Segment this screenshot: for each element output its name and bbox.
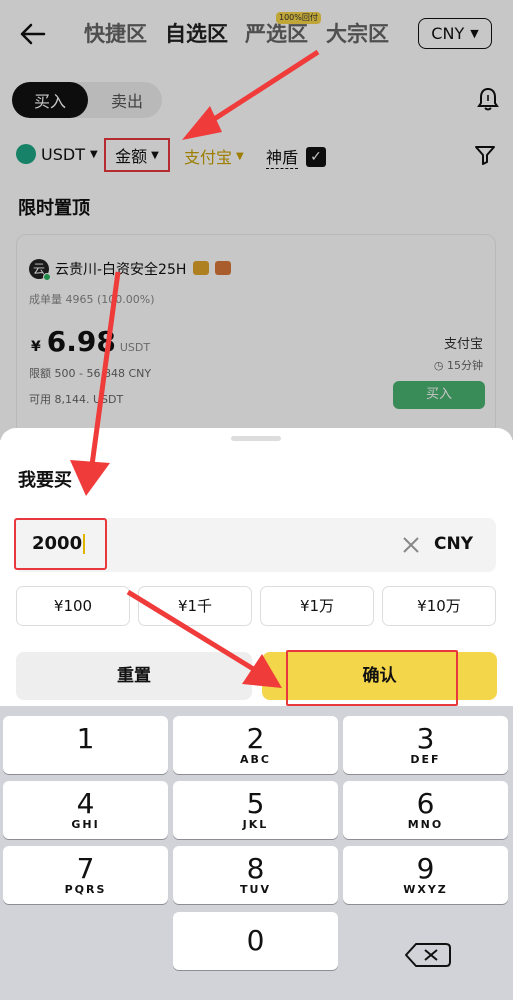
quick-amount-100k[interactable]: ¥10万 <box>382 586 496 626</box>
quick-amount-10k[interactable]: ¥1万 <box>260 586 374 626</box>
key-digit: 1 <box>76 722 95 755</box>
key-digit: 7 <box>76 852 95 885</box>
key-digit: 6 <box>416 787 435 820</box>
key-2[interactable]: 2 ABC <box>173 716 338 774</box>
key-digit: 2 <box>246 722 265 755</box>
key-8[interactable]: 8 TUV <box>173 846 338 904</box>
key-digit: 3 <box>416 722 435 755</box>
page: 快捷区 自选区 严选区 100%回付 大宗区 CNY ▼ 买入 卖出 USDT … <box>0 0 513 1000</box>
key-letters: TUV <box>240 883 271 896</box>
key-digit: 5 <box>246 787 265 820</box>
buy-sheet: 我要买 2000 CNY ¥100 ¥1千 ¥1万 ¥10万 重置 确认 <box>0 428 513 718</box>
amount-input-value: 2000 <box>32 533 83 554</box>
quick-amount-1k[interactable]: ¥1千 <box>138 586 252 626</box>
key-letters: DEF <box>410 753 441 766</box>
amount-input-container[interactable]: 2000 CNY <box>14 518 496 572</box>
key-5[interactable]: 5 JKL <box>173 781 338 839</box>
backspace-icon[interactable] <box>346 926 511 984</box>
key-letters: MNO <box>407 818 444 831</box>
reset-button[interactable]: 重置 <box>16 652 252 700</box>
key-digit: 8 <box>246 852 265 885</box>
key-0[interactable]: 0 <box>173 912 338 970</box>
sheet-title: 我要买 <box>18 470 72 491</box>
numeric-keyboard: 1 2 ABC 3 DEF 4 GHI 5 JKL 6 MNO 7 PQRS 8 TUV 9W… <box>0 706 513 1000</box>
sheet-handle[interactable] <box>231 436 281 441</box>
key-letters: PQRS <box>64 883 107 896</box>
confirm-button[interactable]: 确认 <box>262 652 497 700</box>
key-6[interactable]: 6 MNO <box>343 781 508 839</box>
quick-amount-100[interactable]: ¥100 <box>16 586 130 626</box>
key-digit: 4 <box>76 787 95 820</box>
key-digit: 9 <box>416 852 435 885</box>
text-caret <box>83 534 85 554</box>
key-1[interactable]: 1 <box>3 716 168 774</box>
modal-backdrop[interactable] <box>0 0 513 440</box>
key-3[interactable]: 3 DEF <box>343 716 508 774</box>
key-digit: 0 <box>246 924 265 957</box>
key-letters: WXYZ <box>403 883 448 896</box>
key-letters: ABC <box>240 753 271 766</box>
amount-currency: CNY <box>434 534 474 554</box>
close-icon[interactable] <box>402 536 420 554</box>
key-letters: GHI <box>71 818 100 831</box>
key-letters: JKL <box>242 818 269 831</box>
amount-input[interactable]: 2000 <box>14 518 107 570</box>
key-9[interactable]: 9 WXYZ <box>343 846 508 904</box>
key-4[interactable]: 4 GHI <box>3 781 168 839</box>
key-7[interactable]: 7 PQRS <box>3 846 168 904</box>
